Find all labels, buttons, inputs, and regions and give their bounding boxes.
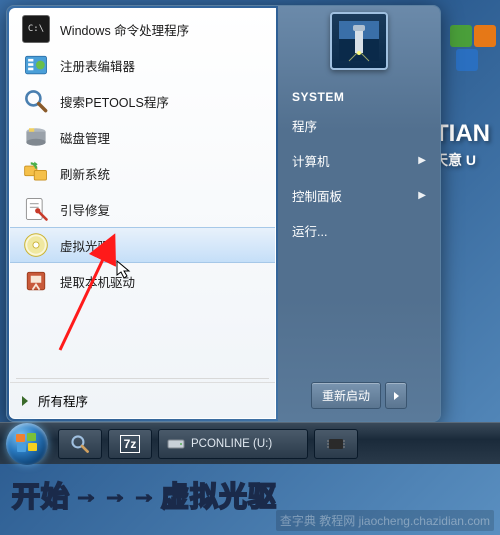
taskbar-search[interactable] xyxy=(58,429,102,459)
drive-label: PCONLINE (U:) xyxy=(191,438,272,450)
right-programs[interactable]: 程序 xyxy=(278,108,440,143)
menu-label: 注册表编辑器 xyxy=(60,56,135,75)
right-computer[interactable]: 计算机▶ xyxy=(278,143,440,178)
arrow-icon xyxy=(22,396,28,406)
menu-label: 刷新系统 xyxy=(60,164,110,183)
menu-label: 虚拟光驱 xyxy=(60,236,110,255)
restart-button[interactable]: 重新启动 xyxy=(311,382,381,409)
user-name: SYSTEM xyxy=(278,80,440,108)
menu-virtualdrive[interactable]: 虚拟光驱 xyxy=(10,227,275,263)
search-icon xyxy=(22,87,50,115)
taskbar: 7z PCONLINE (U:) xyxy=(0,422,500,464)
separator xyxy=(16,378,269,379)
taskbar-drive[interactable]: PCONLINE (U:) xyxy=(158,429,308,459)
watermark: 查字典 教程网 jiaocheng.chazidian.com xyxy=(276,510,494,531)
virtualdrive-icon xyxy=(22,231,50,259)
start-menu: C:\ Windows 命令处理程序 注册表编辑器 搜索PETOOLS程序 磁盘… xyxy=(6,5,441,422)
cmd-icon: C:\ xyxy=(22,15,50,43)
right-controlpanel[interactable]: 控制面板▶ xyxy=(278,178,440,213)
all-programs[interactable]: 所有程序 xyxy=(10,382,275,418)
menu-label: 提取本机驱动 xyxy=(60,272,135,291)
menu-label: 引导修复 xyxy=(60,200,110,219)
start-menu-right: SYSTEM 程序 计算机▶ 控制面板▶ 运行... 重新启动 xyxy=(278,6,440,421)
taskbar-chip[interactable] xyxy=(314,429,358,459)
taskbar-7z[interactable]: 7z xyxy=(108,429,152,459)
menu-search-petools[interactable]: 搜索PETOOLS程序 xyxy=(10,83,275,119)
menu-refresh[interactable]: 刷新系统 xyxy=(10,155,275,191)
desktop-squares xyxy=(450,25,490,65)
chevron-icon: ▶ xyxy=(418,155,426,166)
menu-label: 磁盘管理 xyxy=(60,128,110,147)
driverbackup-icon xyxy=(22,267,50,295)
diskmgmt-icon xyxy=(22,123,50,151)
menu-label: 搜索PETOOLS程序 xyxy=(60,92,169,111)
caption: 开始 →→→ 虚拟光驱 xyxy=(12,475,277,515)
menu-bootrepair[interactable]: 引导修复 xyxy=(10,191,275,227)
bootrepair-icon xyxy=(22,195,50,223)
right-run[interactable]: 运行... xyxy=(278,213,440,248)
all-programs-label: 所有程序 xyxy=(38,391,88,410)
restart-row: 重新启动 xyxy=(301,372,417,421)
menu-cmd[interactable]: C:\ Windows 命令处理程序 xyxy=(10,11,275,47)
menu-regedit[interactable]: 注册表编辑器 xyxy=(10,47,275,83)
start-button[interactable] xyxy=(6,423,48,465)
desktop-brand: TIAN 天意 U xyxy=(434,120,490,170)
start-menu-left: C:\ Windows 命令处理程序 注册表编辑器 搜索PETOOLS程序 磁盘… xyxy=(9,8,276,419)
menu-label: Windows 命令处理程序 xyxy=(60,20,189,39)
start-menu-list: C:\ Windows 命令处理程序 注册表编辑器 搜索PETOOLS程序 磁盘… xyxy=(10,9,275,375)
menu-driverbackup[interactable]: 提取本机驱动 xyxy=(10,263,275,299)
regedit-icon xyxy=(22,51,50,79)
drive-icon xyxy=(167,438,185,450)
restart-options[interactable] xyxy=(385,382,407,409)
refresh-icon xyxy=(22,159,50,187)
chevron-icon: ▶ xyxy=(418,190,426,201)
menu-diskmgmt[interactable]: 磁盘管理 xyxy=(10,119,275,155)
user-avatar xyxy=(330,12,388,70)
